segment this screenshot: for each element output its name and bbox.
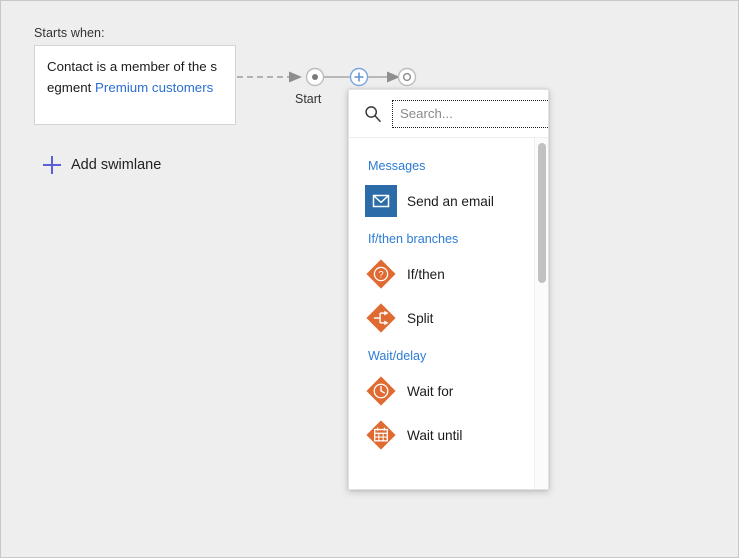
svg-text:?: ? <box>378 268 383 279</box>
plus-icon <box>43 156 61 174</box>
flyout-scrollbar[interactable] <box>534 138 548 490</box>
designer-canvas[interactable]: Starts when: Contact is a member of the … <box>1 1 738 557</box>
add-swimlane-button[interactable]: Add swimlane <box>43 156 161 174</box>
search-input[interactable] <box>392 100 549 128</box>
search-icon <box>362 103 384 125</box>
trigger-card[interactable]: Contact is a member of the segment Premi… <box>34 45 236 125</box>
flyout-body: Messages Send an email If/then branc <box>349 138 548 490</box>
action-label: Split <box>407 311 433 326</box>
section-title-if-then-branches: If/then branches <box>349 230 548 248</box>
starts-when-label: Starts when: <box>34 26 105 40</box>
add-step-flyout-panel: Messages Send an email If/then branc <box>348 89 549 490</box>
split-branch-icon <box>365 302 397 334</box>
end-node-icon[interactable] <box>399 69 416 86</box>
section-title-messages: Messages <box>349 157 548 175</box>
action-label: Wait until <box>407 428 462 443</box>
section-title-wait-delay: Wait/delay <box>349 347 548 365</box>
action-item-if-then[interactable]: ? If/then <box>349 252 548 296</box>
question-mark-icon: ? <box>365 258 397 290</box>
flyout-search-row <box>349 90 548 138</box>
envelope-icon <box>365 185 397 217</box>
clock-icon <box>365 375 397 407</box>
flyout-scrollbar-thumb[interactable] <box>538 143 546 283</box>
start-node-dot <box>312 74 318 80</box>
connector-arrowhead-start <box>289 72 302 83</box>
connector-svg <box>237 65 427 89</box>
add-swimlane-label: Add swimlane <box>71 157 161 173</box>
trigger-segment-link[interactable]: Premium customers <box>95 80 213 95</box>
flyout-scroll-content: Messages Send an email If/then branc <box>349 138 548 490</box>
action-item-split[interactable]: Split <box>349 296 548 340</box>
trigger-card-text: Contact is a member of the segment Premi… <box>47 56 223 98</box>
action-item-wait-until[interactable]: Wait until <box>349 413 548 457</box>
calendar-icon <box>365 419 397 451</box>
workflow-designer: Starts when: Contact is a member of the … <box>0 0 739 558</box>
action-label: Send an email <box>407 194 494 209</box>
action-label: If/then <box>407 267 445 282</box>
flow-connector <box>237 65 427 89</box>
action-item-send-an-email[interactable]: Send an email <box>349 179 548 223</box>
start-node-label: Start <box>295 92 321 106</box>
action-item-wait-for[interactable]: Wait for <box>349 369 548 413</box>
action-label: Wait for <box>407 384 453 399</box>
